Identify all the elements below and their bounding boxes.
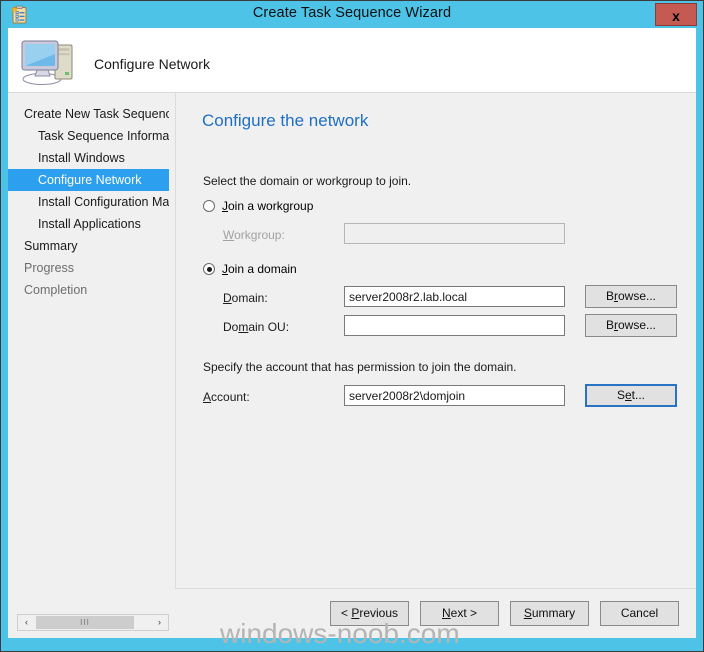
domain-instruction-text: Select the domain or workgroup to join. [203, 174, 412, 188]
radio-join-workgroup[interactable]: Join a workgroup [203, 199, 313, 213]
sidebar-item-create-new-task-sequence[interactable]: Create New Task Sequence [8, 103, 169, 125]
sidebar-item-label: Completion [24, 283, 88, 297]
sidebar-item-label: Summary [24, 239, 78, 253]
account-instruction-text: Specify the account that has permission … [203, 360, 517, 374]
browse-domain-ou-button[interactable]: Browse... [585, 314, 677, 337]
sidebar-item-label: Install Applications [38, 217, 141, 231]
domain-ou-label: Domain OU: [223, 320, 290, 334]
sidebar-item-install-windows[interactable]: Install Windows [8, 147, 169, 169]
domain-input[interactable] [344, 286, 565, 307]
close-button[interactable]: x [655, 3, 697, 26]
sidebar-item-completion[interactable]: Completion [8, 279, 169, 301]
radio-icon-unselected [203, 200, 215, 212]
sidebar-horizontal-scrollbar[interactable]: ‹ III › [17, 614, 169, 631]
sidebar-item-install-applications[interactable]: Install Applications [8, 213, 169, 235]
sidebar-item-summary[interactable]: Summary [8, 235, 169, 257]
sidebar-item-label: Install Windows [38, 151, 125, 165]
summary-button[interactable]: Summary [510, 601, 589, 626]
wizard-steps-list: Create New Task Sequence Task Sequence I… [8, 103, 169, 301]
cancel-button[interactable]: Cancel [600, 601, 679, 626]
sidebar-item-install-configuration-manager[interactable]: Install Configuration Manager [8, 191, 169, 213]
radio-join-workgroup-label: Join a workgroup [222, 199, 314, 213]
scroll-left-arrow-icon[interactable]: ‹ [18, 615, 35, 630]
title-bar: Create Task Sequence Wizard x [1, 1, 703, 28]
sidebar-item-label: Configure Network [38, 173, 142, 187]
wizard-footer: < Previous Next > Summary Cancel [175, 590, 696, 638]
workgroup-input[interactable] [344, 223, 565, 244]
wizard-window: Create Task Sequence Wizard x Configure … [0, 0, 704, 652]
sidebar-item-configure-network[interactable]: Configure Network [8, 169, 169, 191]
browse-domain-button[interactable]: Browse... [585, 285, 677, 308]
wizard-header: Configure Network [8, 28, 696, 93]
radio-icon-selected [203, 263, 215, 275]
sidebar-item-progress[interactable]: Progress [8, 257, 169, 279]
next-button[interactable]: Next > [420, 601, 499, 626]
sidebar-item-label: Install Configuration Manager [38, 195, 169, 209]
computer-icon [19, 34, 81, 86]
domain-label: Domain: [223, 291, 268, 305]
previous-button[interactable]: < Previous [330, 601, 409, 626]
account-label: Account: [203, 390, 250, 404]
sidebar-item-label: Progress [24, 261, 75, 275]
page-title: Configure the network [202, 111, 369, 130]
radio-join-domain-label: Join a domain [222, 262, 297, 276]
sidebar-item-task-sequence-information[interactable]: Task Sequence Information [8, 125, 169, 147]
account-input[interactable] [344, 385, 565, 406]
wizard-body: Create New Task Sequence Task Sequence I… [8, 93, 696, 638]
radio-join-domain[interactable]: Join a domain [203, 262, 297, 276]
wizard-steps-sidebar: Create New Task Sequence Task Sequence I… [8, 93, 169, 613]
scroll-right-arrow-icon[interactable]: › [151, 615, 168, 630]
set-account-button[interactable]: Set... [585, 384, 677, 407]
scrollbar-thumb[interactable]: III [36, 616, 134, 629]
content-panel: Configure the network Select the domain … [175, 93, 696, 589]
sidebar-item-label: Create New Task Sequence [24, 107, 169, 121]
workgroup-label: Workgroup: [223, 228, 285, 242]
sidebar-item-label: Task Sequence Information [38, 129, 169, 143]
domain-ou-input[interactable] [344, 315, 565, 336]
window-title: Create Task Sequence Wizard [252, 5, 452, 21]
header-title: Configure Network [94, 56, 210, 72]
